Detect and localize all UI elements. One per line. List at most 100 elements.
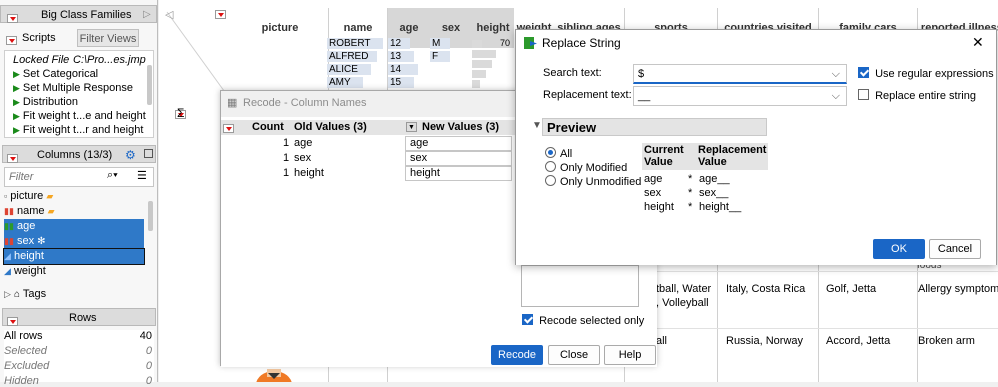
label-tag-icon: ▰ bbox=[46, 191, 54, 201]
tags-item[interactable]: ▷ ⌂ Tags bbox=[4, 288, 46, 300]
new-values-menu-icon[interactable]: ▼ bbox=[406, 122, 417, 132]
replace-entire-string-checkbox[interactable] bbox=[858, 89, 869, 100]
recode-selected-only[interactable]: Recode selected only bbox=[522, 314, 644, 327]
columns-menu-red-triangle-icon[interactable] bbox=[215, 9, 226, 19]
recode-selected-only-checkbox[interactable] bbox=[522, 314, 533, 325]
search-icon[interactable]: ⌕▾ bbox=[107, 169, 118, 182]
column-item-height[interactable]: ◢ height bbox=[3, 248, 145, 265]
illness-cell[interactable]: Allergy symptom bbox=[918, 283, 998, 295]
new-value-input[interactable]: height bbox=[405, 166, 512, 181]
columns-maximize-icon[interactable] bbox=[144, 149, 153, 158]
scripts-scrollbar[interactable] bbox=[147, 65, 152, 105]
columns-title: Columns (13/3) bbox=[37, 149, 113, 161]
columns-scrollbar[interactable] bbox=[148, 201, 153, 231]
name-cell[interactable]: ALICE bbox=[329, 64, 358, 75]
new-value-input[interactable]: age bbox=[405, 136, 512, 151]
age-cell[interactable]: 12 bbox=[390, 38, 401, 49]
recode-button[interactable]: Recode bbox=[491, 345, 543, 365]
ok-button[interactable]: OK bbox=[873, 239, 925, 259]
column-item-picture[interactable]: ▫ picture ▰ bbox=[4, 189, 144, 204]
run-script-icon: ▶ bbox=[13, 97, 20, 107]
preview-col-replacement: Replacement Value bbox=[698, 144, 767, 168]
sex-cell[interactable]: F bbox=[432, 51, 438, 62]
radio-only-modified[interactable]: Only Modified bbox=[545, 161, 627, 174]
height-cell[interactable]: 70 bbox=[500, 38, 510, 48]
run-script-icon: ▶ bbox=[13, 111, 20, 121]
columns-header: Columns (13/3) ⚙ bbox=[2, 145, 156, 163]
close-icon[interactable]: ✕ bbox=[972, 34, 984, 51]
chevron-down-icon[interactable]: ⌵ bbox=[832, 65, 840, 83]
col-header-picture[interactable]: picture bbox=[231, 8, 329, 48]
columns-settings-icon[interactable]: ⚙ bbox=[125, 146, 136, 164]
illness-cell[interactable]: Broken arm bbox=[918, 335, 975, 347]
sigma-icon[interactable]: Σ bbox=[177, 106, 184, 120]
radio-only-unmodified[interactable]: Only Unmodified bbox=[545, 175, 641, 188]
replace-entire-string[interactable]: Replace entire string bbox=[858, 89, 976, 102]
column-item-age[interactable]: ▮▮ age bbox=[4, 219, 144, 234]
script-item-fit-weight-age-height[interactable]: ▶ Fit weight t...e and height bbox=[13, 110, 146, 122]
cars-cell[interactable]: Accord, Jetta bbox=[826, 335, 890, 347]
scripts-list: Locked File C:\Pro...es.jmp ▶ Set Categor… bbox=[4, 50, 154, 138]
recode-red-triangle-icon[interactable] bbox=[223, 123, 234, 133]
nominal-icon: ▮▮ bbox=[4, 206, 14, 216]
sports-cell-line1[interactable]: tball, Water bbox=[656, 283, 711, 295]
rows-selected: Selected 0 bbox=[4, 345, 152, 357]
rows-red-triangle-icon[interactable] bbox=[7, 316, 18, 326]
close-button[interactable]: Close bbox=[548, 345, 600, 365]
countries-cell[interactable]: Russia, Norway bbox=[726, 335, 803, 347]
radio-all[interactable]: All bbox=[545, 147, 572, 160]
new-value-input[interactable]: sex bbox=[405, 151, 512, 166]
preview-collapse-icon[interactable]: ▼ bbox=[532, 120, 542, 131]
collapse-left-icon[interactable]: ◁ bbox=[165, 8, 173, 21]
table-menu-red-triangle-icon[interactable] bbox=[7, 13, 18, 23]
scripts-red-triangle-icon[interactable] bbox=[6, 35, 17, 45]
script-item-set-multiple-response[interactable]: ▶ Set Multiple Response bbox=[13, 82, 133, 94]
radio-only-modified-button[interactable] bbox=[545, 161, 556, 172]
sports-cell-line2[interactable]: , Volleyball bbox=[656, 297, 709, 309]
script-item-set-categorical[interactable]: ▶ Set Categorical bbox=[13, 68, 98, 80]
script-item-distribution[interactable]: ▶ Distribution bbox=[13, 96, 78, 108]
expand-icon: ▷ bbox=[4, 289, 11, 299]
locked-file-path: C:\Pro...es.jmp bbox=[73, 54, 146, 66]
column-item-weight[interactable]: ◢ weight bbox=[4, 264, 144, 279]
run-script-icon: ▶ bbox=[13, 83, 20, 93]
search-text-input[interactable]: $ ⌵ bbox=[633, 64, 847, 84]
age-cell[interactable]: 15 bbox=[390, 77, 401, 88]
radio-all-button[interactable] bbox=[545, 147, 556, 158]
use-regular-expressions[interactable]: Use regular expressions bbox=[858, 67, 994, 80]
rows-excluded: Excluded 0 bbox=[4, 360, 152, 372]
columns-list: ▫ picture ▰ ▮▮ name ▰ ▮▮ age ▮▮ sex ✻ ◢ … bbox=[0, 189, 158, 289]
script-item-fit-weight-r-height[interactable]: ▶ Fit weight t...r and height bbox=[13, 124, 143, 136]
columns-red-triangle-icon[interactable] bbox=[7, 153, 18, 163]
name-cell[interactable]: ROBERT bbox=[329, 38, 371, 49]
tab-filter-views[interactable]: Filter Views bbox=[77, 29, 139, 47]
play-icon[interactable]: ▷ bbox=[143, 6, 151, 24]
recode-side-box bbox=[521, 265, 639, 307]
recode-row: 1 sex sex bbox=[221, 151, 521, 166]
chevron-down-icon[interactable]: ⌵ bbox=[832, 87, 840, 105]
preview-row: age * age__ bbox=[644, 173, 730, 185]
name-cell[interactable]: AMY bbox=[329, 77, 351, 88]
countries-cell[interactable]: Italy, Costa Rica bbox=[726, 283, 805, 295]
sports-cell[interactable]: all bbox=[656, 335, 667, 347]
column-item-name[interactable]: ▮▮ name ▰ bbox=[4, 204, 144, 219]
replace-title: Replace String bbox=[542, 36, 621, 50]
radio-only-unmodified-button[interactable] bbox=[545, 175, 556, 186]
use-regular-expressions-checkbox[interactable] bbox=[858, 67, 869, 78]
preview-title: Preview bbox=[547, 120, 597, 135]
column-filter-field[interactable]: Filter ⌕▾ ☰ bbox=[4, 167, 154, 187]
cancel-button[interactable]: Cancel bbox=[929, 239, 981, 259]
age-cell[interactable]: 13 bbox=[390, 51, 401, 62]
help-button[interactable]: Help bbox=[604, 345, 656, 365]
column-item-sex[interactable]: ▮▮ sex ✻ bbox=[4, 234, 144, 249]
replacement-text-input[interactable]: __ ⌵ bbox=[633, 86, 847, 106]
cars-cell[interactable]: Golf, Jetta bbox=[826, 283, 876, 295]
recode-col-count: Count bbox=[252, 121, 284, 133]
name-cell[interactable]: ALFRED bbox=[329, 51, 368, 62]
tab-scripts[interactable]: Scripts bbox=[22, 32, 56, 44]
preview-row: height * height__ bbox=[644, 201, 742, 213]
sex-cell[interactable]: M bbox=[432, 38, 440, 49]
age-cell[interactable]: 14 bbox=[390, 64, 401, 75]
scripts-tabs: Scripts Filter Views bbox=[4, 29, 154, 49]
filter-options-icon[interactable]: ☰ bbox=[137, 169, 147, 182]
